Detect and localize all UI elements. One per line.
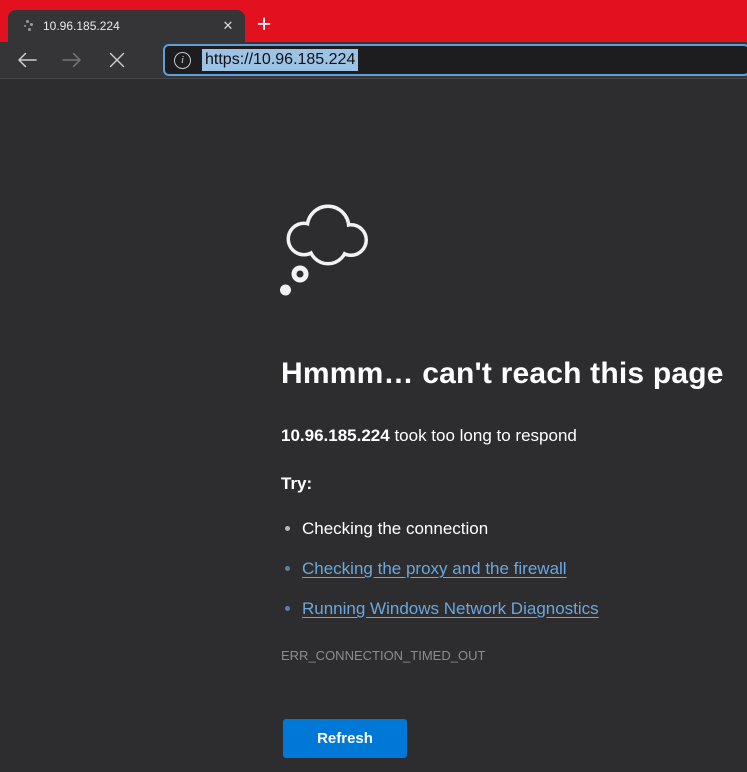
try-label: Try: <box>281 474 312 494</box>
forward-arrow-icon <box>61 49 83 71</box>
proxy-firewall-link[interactable]: Checking the proxy and the firewall <box>302 559 567 578</box>
refresh-button[interactable]: Refresh <box>283 719 407 758</box>
suggestion-item: Running Windows Network Diagnostics <box>302 597 599 620</box>
tab-close-icon[interactable]: ✕ <box>219 17 237 35</box>
stop-x-icon <box>107 50 127 70</box>
new-tab-button[interactable]: + <box>250 11 278 39</box>
suggestion-item: Checking the proxy and the firewall <box>302 557 599 580</box>
error-message-rest: took too long to respond <box>390 426 577 445</box>
error-heading: Hmmm… can't reach this page <box>281 357 724 391</box>
browser-tab[interactable]: 10.96.185.224 ✕ <box>8 10 245 42</box>
suggestion-item: Checking the connection <box>302 517 599 540</box>
url-input-selected-text[interactable]: https://10.96.185.224 <box>202 49 358 71</box>
back-arrow-icon <box>16 49 38 71</box>
back-button[interactable] <box>15 48 39 72</box>
forward-button[interactable] <box>60 48 84 72</box>
address-bar[interactable]: i https://10.96.185.224 <box>163 44 747 76</box>
tab-title: 10.96.185.224 <box>43 19 219 33</box>
suggestion-list: Checking the connection Checking the pro… <box>302 517 599 637</box>
site-info-icon[interactable]: i <box>174 52 191 69</box>
network-diagnostics-link[interactable]: Running Windows Network Diagnostics <box>302 599 599 618</box>
error-message: 10.96.185.224 took too long to respond <box>281 426 577 446</box>
stop-button[interactable] <box>105 48 129 72</box>
error-page: Hmmm… can't reach this page 10.96.185.22… <box>0 80 747 772</box>
browser-toolbar: i https://10.96.185.224 <box>0 42 747 79</box>
tab-loading-spinner-icon <box>18 17 36 35</box>
error-code: ERR_CONNECTION_TIMED_OUT <box>281 648 485 663</box>
tab-strip: 10.96.185.224 ✕ + <box>0 0 747 42</box>
error-host: 10.96.185.224 <box>281 426 390 445</box>
thought-cloud-icon <box>278 197 378 301</box>
browser-window: 10.96.185.224 ✕ + i https://10.96.185.22… <box>0 0 747 772</box>
